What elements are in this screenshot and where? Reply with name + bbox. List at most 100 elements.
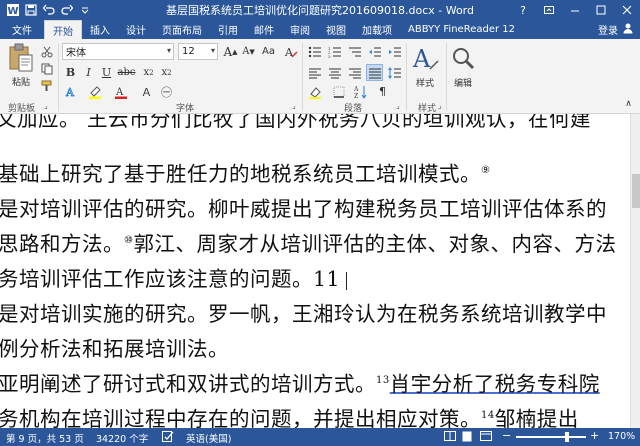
dialog-launcher-icon[interactable]: ⌟ <box>438 101 442 110</box>
clear-formatting-icon[interactable]: A <box>282 43 299 60</box>
doc-line: 是对培训评估的研究。柳叶威提出了构建税务员工培训评估体系的 <box>0 192 607 222</box>
increase-indent-icon[interactable] <box>386 43 403 60</box>
text-effects-icon[interactable]: A <box>62 83 79 100</box>
decrease-indent-icon[interactable] <box>366 43 383 60</box>
superscript-icon[interactable]: x2 <box>158 64 175 81</box>
maximize-icon[interactable] <box>588 0 614 20</box>
tab-references[interactable]: 引用 <box>210 20 246 39</box>
tab-review[interactable]: 审阅 <box>282 20 318 39</box>
sort-icon[interactable]: AZ <box>352 83 369 100</box>
zoom-in-button[interactable]: + <box>590 429 599 442</box>
scrollbar-thumb[interactable] <box>632 174 640 208</box>
undo-icon[interactable] <box>40 1 58 19</box>
tab-page-layout[interactable]: 页面布局 <box>154 20 210 39</box>
editing-button[interactable]: 编辑 <box>450 43 476 89</box>
window-controls: ? <box>510 0 640 20</box>
shading-icon[interactable] <box>306 83 323 100</box>
underline-icon[interactable]: U <box>98 64 115 81</box>
font-size-dropdown[interactable]: 12 ▾ <box>178 43 218 60</box>
footnote-ref[interactable]: ⑨ <box>481 165 490 176</box>
change-case-icon[interactable]: Aa <box>260 43 277 60</box>
copy-icon[interactable] <box>40 62 54 76</box>
bullets-icon[interactable] <box>306 43 323 60</box>
align-left-icon[interactable] <box>306 64 323 81</box>
redo-icon[interactable] <box>58 1 76 19</box>
align-center-icon[interactable] <box>326 64 343 81</box>
italic-icon[interactable]: I <box>80 64 97 81</box>
tab-insert[interactable]: 插入 <box>82 20 118 39</box>
find-icon <box>453 48 475 70</box>
vertical-scrollbar[interactable] <box>630 114 640 428</box>
enclose-characters-icon[interactable]: ㊀ <box>158 83 175 100</box>
doc-line-text: 肖宇分析了税务专科院 <box>389 372 600 396</box>
help-icon[interactable]: ? <box>510 0 536 20</box>
zoom-slider-thumb[interactable] <box>565 432 569 442</box>
font-name-dropdown[interactable]: 宋体 ▾ <box>62 43 174 60</box>
status-bar: 第 9 页，共 53 页 34220 个字 英语(美国) − + 170% <box>0 428 640 446</box>
document-body[interactable]: 文加应。 王云市分们比牧了国内外祝务八贝的垣训观认，在何建 基础上研究了基于胜任… <box>0 114 630 428</box>
tab-file[interactable]: 文件 <box>0 20 44 39</box>
bold-icon[interactable]: B <box>62 64 79 81</box>
cut-icon[interactable] <box>40 45 54 59</box>
web-layout-icon[interactable] <box>480 431 492 444</box>
grow-font-icon[interactable]: A ▲ <box>222 43 239 60</box>
zoom-level[interactable]: 170% <box>608 431 635 442</box>
language-status[interactable]: 英语(美国) <box>186 431 231 445</box>
group-label-paragraph: 段落 <box>344 104 363 114</box>
footnote-ref[interactable]: 14 <box>481 410 495 421</box>
svg-text:A: A <box>412 45 431 73</box>
paste-button[interactable]: 粘贴 <box>4 43 38 99</box>
borders-icon[interactable] <box>330 83 347 100</box>
justify-icon[interactable] <box>366 64 383 81</box>
format-painter-icon[interactable] <box>40 79 54 93</box>
tab-mailings[interactable]: 邮件 <box>246 20 282 39</box>
print-layout-icon[interactable] <box>462 431 472 445</box>
dialog-launcher-icon[interactable]: ⌟ <box>44 101 48 110</box>
tab-design[interactable]: 设计 <box>118 20 154 39</box>
subscript-icon[interactable]: x2 <box>140 64 157 81</box>
customize-qat-icon[interactable] <box>76 1 94 19</box>
paste-label: 粘贴 <box>11 78 30 88</box>
strikethrough-icon[interactable]: abc <box>118 64 136 81</box>
footnote-ref[interactable]: 13 <box>376 375 390 386</box>
tab-abbyy[interactable]: ABBYY FineReader 12 <box>400 20 523 39</box>
word-logo-icon: W <box>4 1 22 19</box>
word-count[interactable]: 34220 个字 <box>96 431 148 445</box>
zoom-out-button[interactable]: − <box>502 429 511 442</box>
doc-line: 务培训评估工作应该注意的问题。11 <box>0 262 348 292</box>
dialog-launcher-icon[interactable]: ⌟ <box>292 101 296 110</box>
svg-text:Z: Z <box>354 93 358 99</box>
styles-label: 样式 <box>415 79 434 89</box>
show-paragraph-marks-icon[interactable]: ¶ <box>374 83 391 100</box>
zoom-slider[interactable] <box>516 432 586 442</box>
line-spacing-icon[interactable] <box>386 64 403 81</box>
proofing-icon[interactable] <box>162 431 174 445</box>
save-icon[interactable] <box>22 1 40 19</box>
group-label-clipboard: 剪贴板 <box>8 104 36 114</box>
dialog-launcher-icon[interactable]: ⌟ <box>396 101 400 110</box>
editing-label: 编辑 <box>453 79 472 89</box>
minimize-icon[interactable] <box>562 0 588 20</box>
user-avatar-icon[interactable] <box>622 22 634 37</box>
tab-addins[interactable]: 加载项 <box>354 20 400 39</box>
close-icon[interactable] <box>614 0 640 20</box>
styles-button[interactable]: A 样式 <box>410 43 440 89</box>
text-cursor <box>346 271 348 290</box>
page-count[interactable]: 第 9 页，共 53 页 <box>6 431 84 445</box>
chevron-down-icon: ▾ <box>210 46 215 55</box>
read-mode-icon[interactable] <box>444 431 456 444</box>
doc-line-text: 务机构在培训过程中存在的问题，并提出相应对策。 <box>0 407 481 428</box>
character-shading-icon[interactable]: Ａ <box>138 83 155 100</box>
shrink-font-icon[interactable]: A ▼ <box>240 43 257 60</box>
numbering-icon[interactable]: 123 <box>326 43 343 60</box>
highlight-color-icon[interactable] <box>86 83 103 100</box>
chevron-down-icon: ▾ <box>166 46 171 55</box>
align-right-icon[interactable] <box>346 64 363 81</box>
ribbon-display-icon[interactable] <box>536 0 562 20</box>
tab-home[interactable]: 开始 <box>44 20 82 39</box>
font-color-icon[interactable]: A <box>112 83 129 100</box>
multilevel-list-icon[interactable] <box>346 43 363 60</box>
sign-in-link[interactable]: 登录 <box>598 22 618 37</box>
tab-view[interactable]: 视图 <box>318 20 354 39</box>
doc-line: 思路和方法。⑩郭江、周家才从培训评估的主体、对象、内容、方法 <box>0 227 616 257</box>
